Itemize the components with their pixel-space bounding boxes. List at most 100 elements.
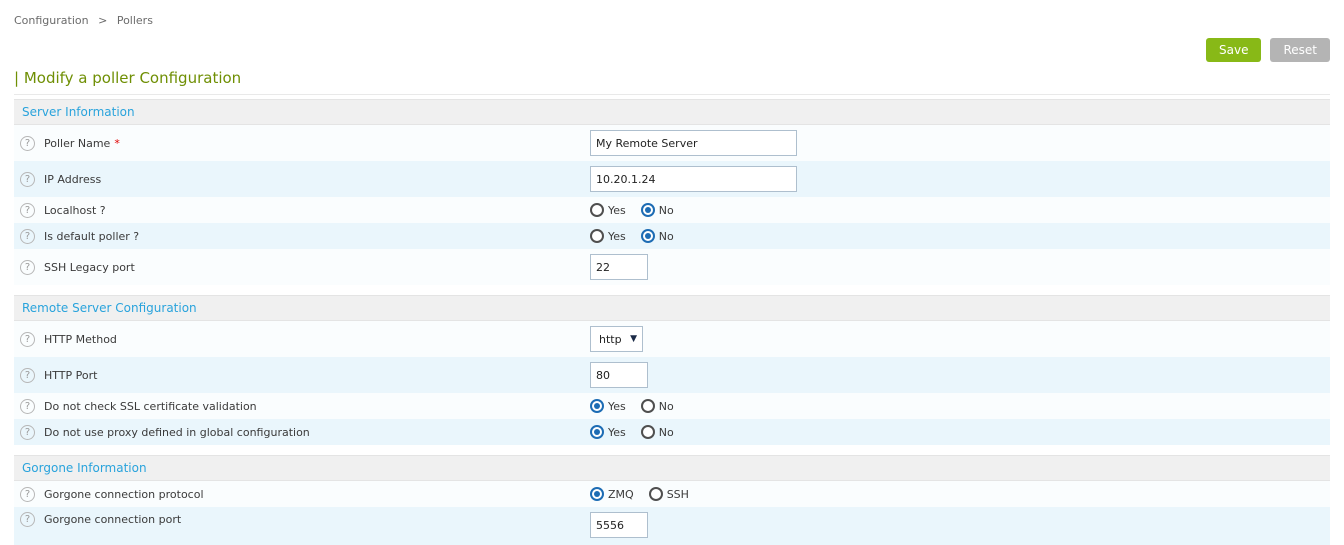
section-header-server-information: Server Information bbox=[14, 99, 1330, 125]
breadcrumb-configuration[interactable]: Configuration bbox=[14, 14, 89, 27]
do-not-check-ssl-certificate-validation-radio-yes[interactable]: Yes bbox=[590, 399, 626, 413]
label-cell-is-default-poller: ?Is default poller ? bbox=[14, 229, 590, 244]
label-cell-localhost: ? Localhost ? bbox=[14, 203, 590, 218]
form-row-ip-address: ? IP Address bbox=[14, 161, 1330, 197]
radio-option-label[interactable]: Yes bbox=[608, 400, 626, 413]
radio-option-label[interactable]: No bbox=[659, 426, 674, 439]
field-label-http-method: HTTP Method bbox=[44, 333, 117, 346]
required-asterisk: * bbox=[114, 137, 120, 150]
radio-selected-icon[interactable] bbox=[641, 229, 655, 243]
label-cell-gorgone-connection-protocol: ? Gorgone connection protocol bbox=[14, 487, 590, 502]
poller-name-input[interactable] bbox=[590, 130, 797, 156]
is-default-poller-radio-yes[interactable]: Yes bbox=[590, 229, 626, 243]
form-row-do-not-check-ssl-certificate-validation: ? Do not check SSL certificate validation… bbox=[14, 393, 1330, 419]
radio-option-label[interactable]: No bbox=[659, 400, 674, 413]
form-row-is-default-poller: ?Is default poller ? Yes No bbox=[14, 223, 1330, 249]
do-not-use-proxy-defined-in-global-configuration-radio-group: Yes No bbox=[590, 425, 674, 439]
radio-option-label[interactable]: Yes bbox=[608, 426, 626, 439]
help-icon[interactable]: ? bbox=[20, 332, 35, 347]
help-icon[interactable]: ? bbox=[20, 136, 35, 151]
do-not-use-proxy-defined-in-global-configuration-radio-yes[interactable]: Yes bbox=[590, 425, 626, 439]
help-icon[interactable]: ? bbox=[20, 229, 35, 244]
radio-selected-icon[interactable] bbox=[590, 399, 604, 413]
localhost-radio-no[interactable]: No bbox=[641, 203, 674, 217]
is-default-poller-radio-group: Yes No bbox=[590, 229, 674, 243]
label-cell-poller-name: ?Poller Name* bbox=[14, 136, 590, 151]
radio-dot bbox=[594, 491, 600, 497]
label-cell-http-method: ? HTTP Method bbox=[14, 332, 590, 347]
breadcrumb-pollers[interactable]: Pollers bbox=[117, 14, 153, 27]
reset-button[interactable]: Reset bbox=[1270, 38, 1330, 62]
poller-config-page: Configuration > Pollers Save Reset | Mod… bbox=[0, 0, 1344, 545]
field-label-localhost: Localhost ? bbox=[44, 204, 106, 217]
form-row-ssh-legacy-port: ? SSH Legacy port bbox=[14, 249, 1330, 285]
radio-unselected-icon[interactable] bbox=[641, 425, 655, 439]
gorgone-connection-protocol-radio-group: ZMQ SSH bbox=[590, 487, 689, 501]
help-icon[interactable]: ? bbox=[20, 425, 35, 440]
value-cell-do-not-use-proxy-defined-in-global-configuration: Yes No bbox=[590, 425, 1330, 439]
value-cell-do-not-check-ssl-certificate-validation: Yes No bbox=[590, 399, 1330, 413]
radio-option-label[interactable]: No bbox=[659, 230, 674, 243]
help-icon[interactable]: ? bbox=[20, 203, 35, 218]
field-label-http-port: HTTP Port bbox=[44, 369, 97, 382]
value-cell-is-default-poller: Yes No bbox=[590, 229, 1330, 243]
field-label-ssh-legacy-port: SSH Legacy port bbox=[44, 261, 135, 274]
section-header-gorgone-information: Gorgone Information bbox=[14, 455, 1330, 481]
gorgone-connection-port-input[interactable] bbox=[590, 512, 648, 538]
radio-dot bbox=[645, 207, 651, 213]
help-icon[interactable]: ? bbox=[20, 399, 35, 414]
help-icon[interactable]: ? bbox=[20, 512, 35, 527]
radio-unselected-icon[interactable] bbox=[590, 229, 604, 243]
value-cell-localhost: Yes No bbox=[590, 203, 1330, 217]
value-cell-ssh-legacy-port bbox=[590, 254, 1330, 280]
gorgone-connection-protocol-radio-ssh[interactable]: SSH bbox=[649, 487, 689, 501]
radio-selected-icon[interactable] bbox=[590, 487, 604, 501]
localhost-radio-yes[interactable]: Yes bbox=[590, 203, 626, 217]
radio-option-label[interactable]: No bbox=[659, 204, 674, 217]
radio-dot bbox=[594, 403, 600, 409]
do-not-use-proxy-defined-in-global-configuration-radio-no[interactable]: No bbox=[641, 425, 674, 439]
action-toolbar: Save Reset bbox=[14, 38, 1330, 62]
label-cell-ip-address: ? IP Address bbox=[14, 172, 590, 187]
do-not-check-ssl-certificate-validation-radio-group: Yes No bbox=[590, 399, 674, 413]
radio-option-label[interactable]: ZMQ bbox=[608, 488, 634, 501]
radio-option-label[interactable]: Yes bbox=[608, 230, 626, 243]
field-label-do-not-check-ssl-certificate-validation: Do not check SSL certificate validation bbox=[44, 400, 257, 413]
localhost-radio-group: Yes No bbox=[590, 203, 674, 217]
form-row-gorgone-connection-protocol: ? Gorgone connection protocol ZMQ SSH bbox=[14, 481, 1330, 507]
label-cell-do-not-check-ssl-certificate-validation: ? Do not check SSL certificate validation bbox=[14, 399, 590, 414]
radio-option-label[interactable]: Yes bbox=[608, 204, 626, 217]
ssh-legacy-port-input[interactable] bbox=[590, 254, 648, 280]
label-cell-do-not-use-proxy-defined-in-global-configuration: ? Do not use proxy defined in global conf… bbox=[14, 425, 590, 440]
value-cell-http-method: http▼ bbox=[590, 326, 1330, 352]
help-icon[interactable]: ? bbox=[20, 487, 35, 502]
help-icon[interactable]: ? bbox=[20, 368, 35, 383]
radio-selected-icon[interactable] bbox=[641, 203, 655, 217]
field-label-ip-address: IP Address bbox=[44, 173, 101, 186]
http-method-select[interactable]: http▼ bbox=[590, 326, 643, 352]
section-header-remote-server-configuration: Remote Server Configuration bbox=[14, 295, 1330, 321]
http-port-input[interactable] bbox=[590, 362, 648, 388]
gorgone-connection-protocol-radio-zmq[interactable]: ZMQ bbox=[590, 487, 634, 501]
radio-selected-icon[interactable] bbox=[590, 425, 604, 439]
value-cell-gorgone-connection-protocol: ZMQ SSH bbox=[590, 487, 1330, 501]
form-row-http-method: ? HTTP Method http▼ bbox=[14, 321, 1330, 357]
ip-address-input[interactable] bbox=[590, 166, 797, 192]
is-default-poller-radio-no[interactable]: No bbox=[641, 229, 674, 243]
field-label-do-not-use-proxy-defined-in-global-configuration: Do not use proxy defined in global confi… bbox=[44, 426, 310, 439]
page-title: | Modify a poller Configuration bbox=[14, 69, 1330, 95]
save-button[interactable]: Save bbox=[1206, 38, 1261, 62]
field-label-gorgone-connection-protocol: Gorgone connection protocol bbox=[44, 488, 204, 501]
help-icon[interactable]: ? bbox=[20, 260, 35, 275]
field-label-gorgone-connection-port: Gorgone connection port bbox=[44, 513, 181, 526]
breadcrumb: Configuration > Pollers bbox=[14, 0, 1330, 27]
radio-unselected-icon[interactable] bbox=[590, 203, 604, 217]
label-cell-ssh-legacy-port: ? SSH Legacy port bbox=[14, 260, 590, 275]
help-icon[interactable]: ? bbox=[20, 172, 35, 187]
radio-unselected-icon[interactable] bbox=[649, 487, 663, 501]
value-cell-poller-name bbox=[590, 130, 1330, 156]
radio-unselected-icon[interactable] bbox=[641, 399, 655, 413]
label-cell-gorgone-connection-port: ? Gorgone connection port bbox=[14, 512, 590, 527]
radio-option-label[interactable]: SSH bbox=[667, 488, 689, 501]
do-not-check-ssl-certificate-validation-radio-no[interactable]: No bbox=[641, 399, 674, 413]
